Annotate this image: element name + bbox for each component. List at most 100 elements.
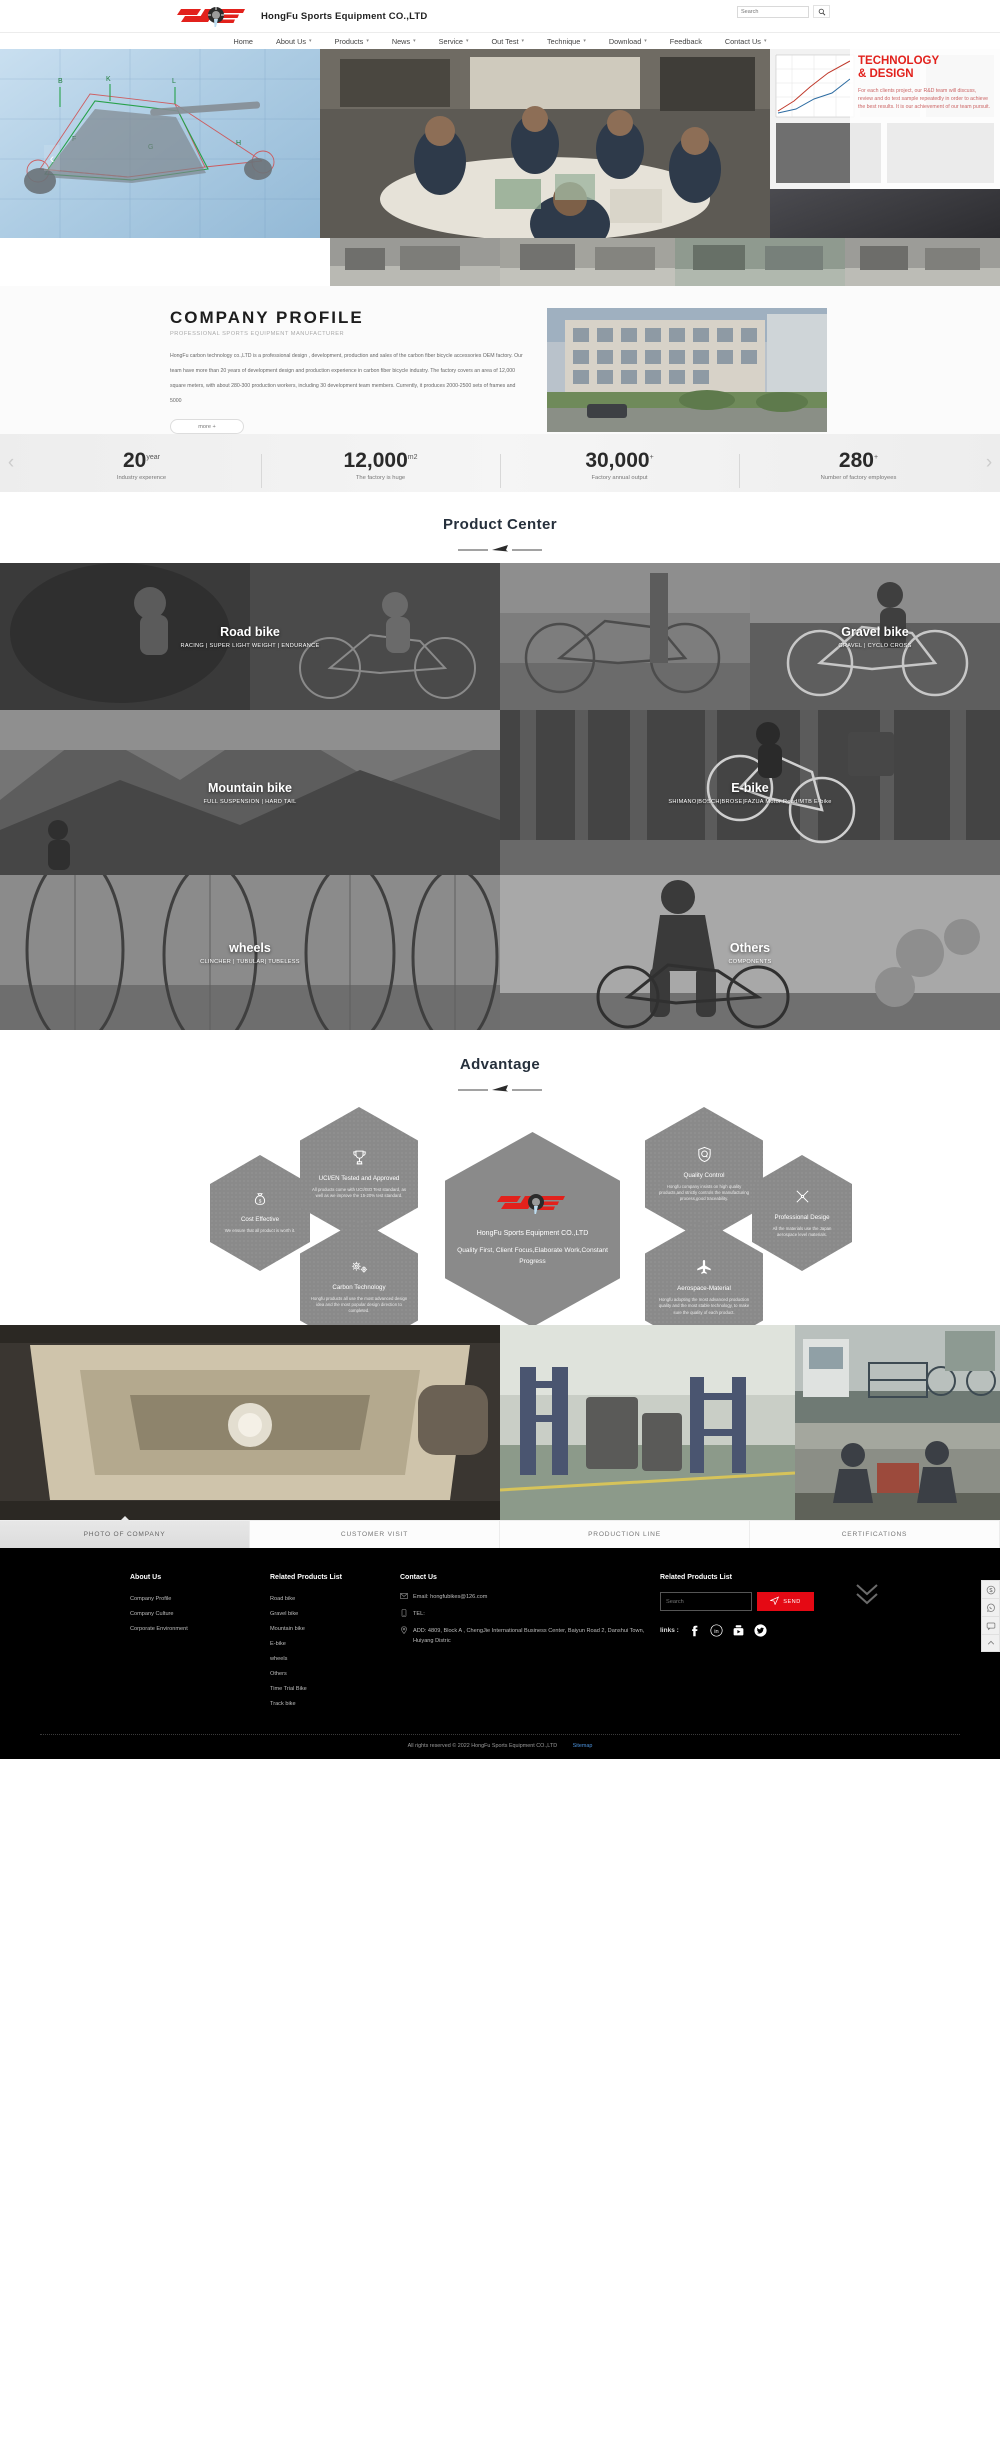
- hero-thumb-1[interactable]: [330, 238, 500, 286]
- advantage-cell-cost-effective[interactable]: $ Cost Effective We ensure that all prod…: [210, 1155, 310, 1271]
- facebook-icon[interactable]: [688, 1624, 701, 1637]
- header-search: [737, 5, 830, 18]
- product-title: wheels: [229, 940, 271, 955]
- message-button[interactable]: [981, 1616, 1000, 1634]
- nav-item-download[interactable]: Download ▾: [597, 37, 658, 46]
- footer-contact-email[interactable]: Email: hongfubikes@126.com: [400, 1592, 660, 1602]
- nav-item-products[interactable]: Products ▾: [323, 37, 380, 46]
- stats-next-button[interactable]: ›: [978, 452, 1000, 474]
- paper-plane-icon: [769, 1596, 780, 1607]
- hero-prev-button[interactable]: ‹: [44, 145, 60, 171]
- product-card-gravel-bike-img[interactable]: [500, 563, 750, 710]
- whatsapp-icon: [986, 1603, 995, 1612]
- nav-label: Contact Us: [724, 36, 761, 46]
- site-header: HongFu Sports Equipment CO.,LTD: [0, 0, 1000, 32]
- linkedin-icon[interactable]: in: [710, 1624, 723, 1637]
- footer-link-company-profile[interactable]: Company Profile: [130, 1592, 270, 1607]
- footer-social-links: links : in: [660, 1624, 870, 1637]
- footer-link-track-bike[interactable]: Track bike: [270, 1697, 400, 1712]
- nav-item-home[interactable]: Home: [222, 37, 264, 46]
- stat-label: Industry experence: [116, 474, 167, 481]
- scroll-up-button[interactable]: [981, 1634, 1000, 1652]
- product-card-mountain-bike[interactable]: Mountain bike FULL SUSPENSION | HARD TAI…: [0, 710, 500, 875]
- hero-thumb-2[interactable]: [500, 238, 675, 286]
- tab-customer-visit[interactable]: CUSTOMER VISIT: [250, 1521, 500, 1548]
- tech-title-line1: TECHNOLOGY: [858, 55, 940, 67]
- scroll-up-icon: [987, 1640, 994, 1645]
- svg-text:B: B: [58, 78, 63, 85]
- tab-production-line[interactable]: PRODUCTION LINE: [500, 1521, 750, 1548]
- tab-certifications[interactable]: CERTIFICATIONS: [750, 1521, 1000, 1548]
- product-card-wheels[interactable]: wheels CLINCHER | TUBULAR| TUBELESS: [0, 875, 500, 1030]
- svg-text:K: K: [106, 76, 111, 83]
- footer-send-button[interactable]: SEND: [757, 1592, 814, 1611]
- nav-item-news[interactable]: News ▾: [380, 37, 427, 46]
- product-card-others[interactable]: Others COMPONENTS: [500, 875, 1000, 1030]
- tab-photo-of-company[interactable]: PHOTO OF COMPANY: [0, 1516, 250, 1548]
- footer-link-company-culture[interactable]: Company Culture: [130, 1607, 270, 1622]
- sitemap-link[interactable]: Sitemap: [573, 1743, 593, 1749]
- gallery-image-lab[interactable]: [795, 1325, 1000, 1423]
- stats-prev-button[interactable]: ‹: [0, 452, 22, 474]
- main-navigation: Home About Us ▾ Products ▾ News ▾ Servic…: [0, 32, 1000, 49]
- stat-industry-experience: 20year Industry experence: [22, 446, 261, 481]
- gallery-image-warehouse[interactable]: [500, 1325, 795, 1520]
- stat-unit: year: [146, 453, 160, 461]
- footer-column-title: Contact Us: [400, 1574, 437, 1581]
- advantage-title: Carbon Technology: [332, 1283, 386, 1291]
- advantage-title: UCI/EN Tested and Approved: [318, 1174, 400, 1182]
- hero-image-chart: TECHNOLOGY & DESIGN For each clients pro…: [770, 49, 1000, 189]
- stat-value: 280: [838, 448, 874, 472]
- youtube-icon[interactable]: [732, 1624, 745, 1637]
- footer-link-mountain-bike[interactable]: Mountain bike: [270, 1622, 400, 1637]
- product-card-ebike[interactable]: E-bike SHIMANO|BOSCH|BROSE|FAZUA Motor R…: [500, 710, 1000, 875]
- advantage-cell-professional-design[interactable]: Professional Desige All the materials us…: [752, 1155, 852, 1271]
- nav-item-about-us[interactable]: About Us ▾: [265, 37, 324, 46]
- gallery-image-mold[interactable]: [0, 1325, 500, 1520]
- whatsapp-button[interactable]: [981, 1598, 1000, 1616]
- gallery-image-assembly[interactable]: [795, 1423, 1000, 1520]
- search-button[interactable]: [813, 5, 830, 18]
- nav-item-feedback[interactable]: Feedback: [658, 37, 713, 46]
- footer-link-time-trial-bike[interactable]: Time Trial Bike: [270, 1682, 400, 1697]
- product-subtitle: COMPONENTS: [728, 958, 772, 965]
- advantage-center-company: HongFu Sports Equipment CO.,LTD: [476, 1230, 589, 1237]
- skype-button[interactable]: [981, 1580, 1000, 1598]
- nav-item-out-test[interactable]: Out Test ▾: [480, 37, 536, 46]
- stat-label: The factory is huge: [355, 474, 406, 481]
- footer-email-text: Email: hongfubikes@126.com: [413, 1594, 488, 1600]
- company-profile-more-button[interactable]: more +: [170, 419, 244, 434]
- message-icon: [986, 1622, 995, 1630]
- footer-link-corporate-environment[interactable]: Corporate Environment: [130, 1622, 270, 1637]
- chevron-down-icon: ▾: [644, 38, 647, 44]
- footer-link-ebike[interactable]: E-bike: [270, 1637, 400, 1652]
- stat-annual-output: 30,000+ Factory annual output: [500, 446, 739, 488]
- footer-link-wheels[interactable]: wheels: [270, 1652, 400, 1667]
- advantage-title: Quality Control: [683, 1171, 725, 1179]
- footer-send-label: SEND: [783, 1598, 801, 1605]
- nav-item-service[interactable]: Service ▾: [427, 37, 480, 46]
- product-card-gravel-bike[interactable]: Gravel bike GRAVEL | CYCLO CROSS: [750, 563, 1000, 710]
- double-chevron-down-icon[interactable]: [854, 1582, 880, 1606]
- footer-link-road-bike[interactable]: Road bike: [270, 1592, 400, 1607]
- tech-title-line2: & DESIGN: [858, 68, 914, 80]
- hero-thumb-3[interactable]: [675, 238, 845, 286]
- hero-banner: BKL FGH ‹: [0, 49, 1000, 434]
- footer-link-gravel-bike[interactable]: Gravel bike: [270, 1607, 400, 1622]
- tools-icon: [794, 1188, 811, 1210]
- twitter-icon[interactable]: [754, 1624, 767, 1637]
- search-input[interactable]: [737, 5, 809, 18]
- footer-search-row: SEND: [660, 1592, 870, 1611]
- footer-link-others[interactable]: Others: [270, 1667, 400, 1682]
- brand-block[interactable]: HongFu Sports Equipment CO.,LTD: [175, 5, 427, 27]
- product-card-road-bike[interactable]: Road bike RACING | SUPER LIGHT WEIGHT | …: [0, 563, 500, 710]
- svg-text:in: in: [714, 1629, 718, 1635]
- nav-item-contact-us[interactable]: Contact Us ▾: [713, 37, 778, 46]
- nav-label: Out Test: [491, 36, 519, 46]
- nav-item-technique[interactable]: Technique ▾: [536, 37, 598, 46]
- hero-thumb-4[interactable]: [845, 238, 1000, 286]
- footer-contact-tel[interactable]: TEL:: [400, 1609, 660, 1619]
- svg-text:L: L: [172, 78, 176, 85]
- advantage-desc: We ensure that all product is worth it.: [224, 1228, 296, 1234]
- footer-search-input[interactable]: [660, 1592, 752, 1611]
